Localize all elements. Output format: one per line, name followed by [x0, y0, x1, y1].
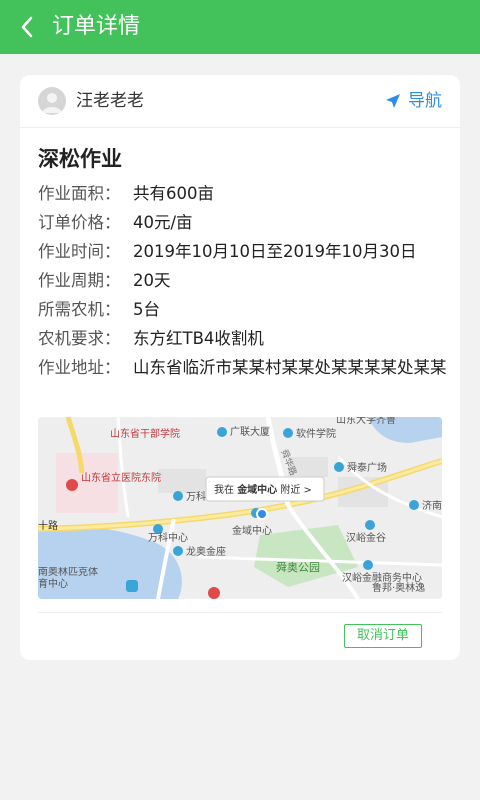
order-card: 汪老老老 导航 深松作业 作业面积： 共有600亩 订单价格： 40元/亩 作业… [20, 75, 460, 660]
poi-icon [283, 428, 293, 438]
navigate-label: 导航 [408, 91, 442, 111]
poi-icon [208, 587, 220, 599]
poi-label: 金域中心 [232, 524, 272, 537]
poi-label: 山东省立医院东院 [81, 471, 161, 484]
user-row: 汪老老老 导航 [20, 75, 460, 128]
detail-row-area: 作业面积： 共有600亩 [38, 183, 448, 212]
detail-value: 共有600亩 [133, 184, 214, 203]
poi-label: 万科 [186, 490, 206, 503]
navigate-button[interactable]: 导航 [384, 89, 442, 113]
poi-label: 南奥林匹克体育中心 [38, 567, 98, 590]
svg-text:我在 金域中心 附近 >: 我在 金域中心 附近 > [214, 483, 312, 496]
detail-row-time: 作业时间： 2019年10月10日至2019年10月30日 [38, 241, 448, 270]
detail-value: 20天 [133, 271, 171, 290]
poi-icon [409, 500, 419, 510]
detail-label: 作业周期： [38, 271, 121, 290]
parking-icon [126, 580, 138, 592]
poi-icon [173, 546, 183, 556]
poi-icon [217, 427, 227, 437]
poi-label: 万科中心 [148, 531, 188, 544]
divider [38, 612, 442, 613]
detail-value: 2019年10月10日至2019年10月30日 [133, 242, 417, 261]
poi-label: 软件学院 [296, 427, 336, 440]
page-title: 订单详情 [52, 14, 141, 39]
detail-value: 山东省临沂市某某村某某处某某某某处某某 [133, 358, 447, 377]
detail-label: 作业时间： [38, 242, 121, 261]
poi-label: 山东大学齐鲁 [336, 417, 396, 426]
top-bar: 订单详情 [0, 0, 480, 54]
back-arrow-icon[interactable] [14, 12, 44, 42]
poi-icon [365, 520, 375, 530]
detail-value: 5台 [133, 300, 160, 319]
detail-row-period: 作业周期： 20天 [38, 270, 448, 299]
location-map[interactable]: 山东省干部学院 广联大厦 山东大学齐鲁 软件学院 舜华路 舜泰广场 山东省立医院… [38, 417, 442, 599]
detail-label: 作业面积： [38, 184, 121, 203]
cancel-order-button[interactable]: 取消订单 [344, 624, 422, 648]
detail-row-machines: 所需农机： 5台 [38, 299, 448, 328]
job-title: 深松作业 [38, 147, 122, 171]
detail-label: 订单价格： [38, 213, 121, 232]
current-location-icon [256, 508, 268, 520]
poi-label: 舜泰广场 [347, 461, 387, 474]
park-label: 舜奥公园 [276, 560, 320, 574]
detail-label: 所需农机： [38, 300, 121, 319]
detail-label: 农机要求： [38, 329, 121, 348]
road-label: 十路 [38, 519, 58, 532]
user-name: 汪老老老 [76, 91, 144, 111]
poi-label: 济南 [422, 499, 442, 512]
poi-label: 鲁邦·奥林逸 [372, 581, 425, 594]
poi-icon [363, 560, 373, 570]
poi-label: 广联大厦 [230, 425, 270, 438]
poi-label: 山东省干部学院 [110, 427, 180, 440]
job-details: 作业面积： 共有600亩 订单价格： 40元/亩 作业时间： 2019年10月1… [38, 183, 448, 403]
poi-label: 龙奥金座 [186, 545, 226, 558]
detail-label: 作业地址： [38, 358, 121, 377]
poi-label: 汉峪金谷 [346, 531, 386, 544]
hospital-icon [66, 479, 78, 491]
poi-icon [173, 491, 183, 501]
avatar-icon [38, 87, 66, 115]
detail-row-price: 订单价格： 40元/亩 [38, 212, 448, 241]
detail-value: 东方红TB4收割机 [133, 329, 264, 348]
poi-icon [334, 462, 344, 472]
detail-value: 40元/亩 [133, 213, 193, 232]
navigation-arrow-icon [386, 94, 400, 108]
detail-row-address: 作业地址： 山东省临沂市某某村某某处某某某某处某某 [38, 357, 448, 403]
detail-row-requirement: 农机要求： 东方红TB4收割机 [38, 328, 448, 357]
